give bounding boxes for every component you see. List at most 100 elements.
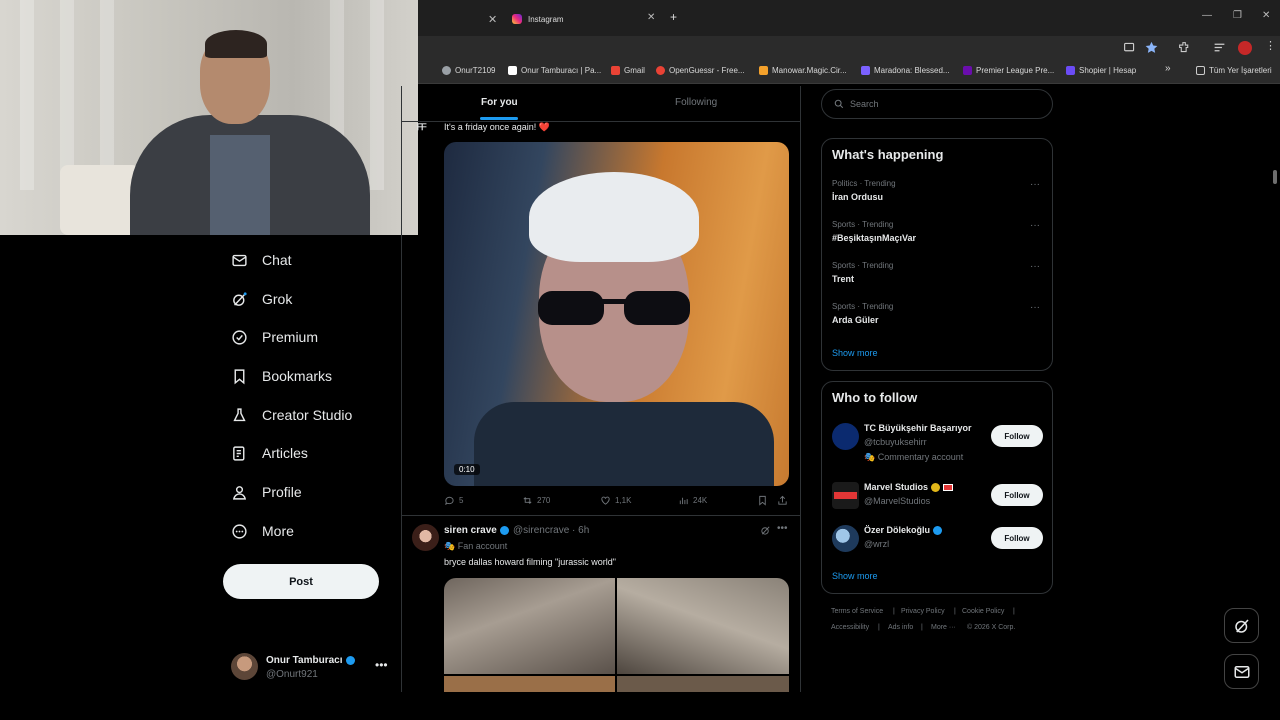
like-button[interactable]: 1,1K: [600, 495, 631, 506]
openguessr-icon: [656, 66, 665, 75]
follow-button[interactable]: Follow: [991, 527, 1043, 549]
reply-button[interactable]: 5: [444, 495, 463, 506]
share-icon[interactable]: [777, 495, 788, 506]
browser-menu-icon[interactable]: ⋮: [1265, 39, 1276, 52]
footer-link[interactable]: Terms of Service: [831, 608, 883, 615]
marvel-logo-avatar[interactable]: [832, 482, 859, 509]
show-more-link[interactable]: Show more: [832, 348, 878, 358]
follow-suggestion-name[interactable]: TC Büyükşehir Başarıyor: [864, 423, 972, 433]
repost-count: 270: [537, 496, 551, 505]
nav-item-chat[interactable]: Chat: [231, 248, 292, 272]
follow-suggestion-handle: @tcbuyuksehirr: [864, 437, 927, 447]
marvel-logo-icon: [834, 492, 857, 499]
avatar[interactable]: [832, 423, 859, 450]
bookmark-star-icon[interactable]: [1145, 41, 1158, 54]
messages-floating-button[interactable]: [1224, 654, 1259, 689]
bookmark-item[interactable]: OnurT2109: [442, 66, 495, 75]
media-image[interactable]: [617, 676, 789, 692]
follow-button[interactable]: Follow: [991, 484, 1043, 506]
trend-more-icon[interactable]: ···: [1030, 302, 1040, 313]
footer-link[interactable]: Ads info: [888, 624, 913, 631]
bookmark-item[interactable]: Manowar.Magic.Cir...: [759, 66, 847, 75]
nav-item-premium[interactable]: Premium: [231, 325, 318, 349]
more-icon[interactable]: •••: [375, 658, 388, 672]
show-more-link[interactable]: Show more: [832, 571, 878, 581]
nav-item-articles[interactable]: Articles: [231, 441, 308, 465]
tweet-author-handle[interactable]: @sirencrave · 6h: [513, 525, 589, 536]
follow-suggestion-row[interactable]: Marvel Studios: [864, 482, 954, 493]
tab-close-icon[interactable]: ✕: [488, 13, 497, 26]
post-button[interactable]: Post: [223, 564, 379, 599]
repost-button[interactable]: 270: [522, 495, 550, 506]
footer-link[interactable]: Accessibility: [831, 624, 869, 631]
nav-label: Bookmarks: [262, 368, 333, 384]
trend-more-icon[interactable]: ···: [1030, 220, 1040, 231]
tweet-media-grid[interactable]: [444, 578, 789, 692]
mail-icon: [1234, 665, 1249, 678]
footer-separator: |: [921, 624, 923, 631]
video-person-shirt: [474, 402, 774, 486]
follow-button[interactable]: Follow: [991, 425, 1043, 447]
new-tab-button[interactable]: +: [670, 10, 677, 24]
bookmark-icon[interactable]: [757, 495, 768, 506]
tweet-more-icon[interactable]: •••: [777, 523, 788, 534]
like-count: 1,1K: [615, 496, 632, 505]
tweet-avatar-logo: ᖴᖴ: [417, 122, 427, 132]
follow-suggestion-row[interactable]: Özer Dölekoğlu: [864, 525, 943, 536]
trend-item[interactable]: Arda Güler: [832, 315, 879, 325]
trend-item[interactable]: #BeşiktaşınMaçıVar: [832, 233, 916, 243]
trend-more-icon[interactable]: ···: [1030, 261, 1040, 272]
restore-icon[interactable]: ❐: [1233, 10, 1242, 21]
nav-item-creator-studio[interactable]: Creator Studio: [231, 403, 352, 427]
bookmark-item[interactable]: Shopier | Hesap: [1066, 66, 1136, 75]
avatar[interactable]: [832, 525, 859, 552]
bookmark-item[interactable]: Premier League Pre...: [963, 66, 1054, 75]
extensions-icon[interactable]: [1178, 41, 1191, 54]
media-control-icon[interactable]: [1213, 41, 1226, 54]
install-app-icon[interactable]: [1123, 41, 1136, 54]
tweet-video[interactable]: 0:10: [444, 142, 789, 486]
tab-close-icon[interactable]: ✕: [647, 12, 655, 23]
grok-icon: [1234, 618, 1249, 633]
media-image[interactable]: [444, 578, 615, 674]
nav-item-profile[interactable]: Profile: [231, 480, 302, 504]
trend-item[interactable]: İran Ordusu: [832, 192, 883, 202]
footer-link[interactable]: Privacy Policy: [901, 608, 945, 615]
nav-item-more[interactable]: More: [231, 519, 294, 543]
close-window-icon[interactable]: ✕: [1262, 10, 1270, 21]
trend-more-icon[interactable]: ···: [1030, 179, 1040, 190]
page-scrollbar[interactable]: [1273, 170, 1277, 184]
footer-link[interactable]: Cookie Policy: [962, 608, 1004, 615]
nav-item-grok[interactable]: Grok: [231, 287, 292, 311]
bookmark-item[interactable]: OpenGuessr - Free...: [656, 66, 745, 75]
bookmark-item[interactable]: Maradona: Blessed...: [861, 66, 950, 75]
tweet-author-row[interactable]: siren crave: [444, 525, 509, 536]
avatar[interactable]: [412, 524, 439, 551]
nav-label: Premium: [262, 329, 319, 345]
creator-studio-icon: [233, 407, 246, 421]
media-image[interactable]: [617, 578, 789, 674]
minimize-icon[interactable]: —: [1202, 10, 1212, 21]
bookmark-folder[interactable]: Tüm Yer İşaretleri: [1196, 66, 1272, 75]
grok-icon[interactable]: [760, 525, 771, 536]
footer-link[interactable]: More ···: [931, 624, 956, 631]
views-button[interactable]: 24K: [678, 495, 707, 506]
bookmark-item[interactable]: Gmail: [611, 66, 645, 75]
bookmark-label: Onur Tamburacı | Pa...: [521, 66, 602, 75]
account-switcher[interactable]: Onur Tamburacı @Onurt921 •••: [231, 652, 391, 682]
nav-item-bookmarks[interactable]: Bookmarks: [231, 364, 332, 388]
media-image[interactable]: [444, 676, 615, 692]
browser-tab-instagram[interactable]: Instagram: [512, 8, 564, 30]
trend-meta: Sports · Trending: [832, 261, 894, 270]
trend-meta: Politics · Trending: [832, 179, 896, 188]
grok-floating-button[interactable]: [1224, 608, 1259, 643]
tab-for-you[interactable]: For you: [481, 97, 518, 108]
video-sunglasses: [538, 291, 690, 325]
bookmarks-overflow-icon[interactable]: »: [1165, 63, 1171, 74]
bookmark-item[interactable]: Onur Tamburacı | Pa...: [508, 66, 601, 75]
commentary-label: Commentary account: [877, 452, 964, 462]
search-input[interactable]: Search: [821, 89, 1053, 119]
user-avatar-icon[interactable]: [1238, 41, 1252, 55]
trend-item[interactable]: Trent: [832, 274, 854, 284]
tab-following[interactable]: Following: [675, 97, 717, 108]
